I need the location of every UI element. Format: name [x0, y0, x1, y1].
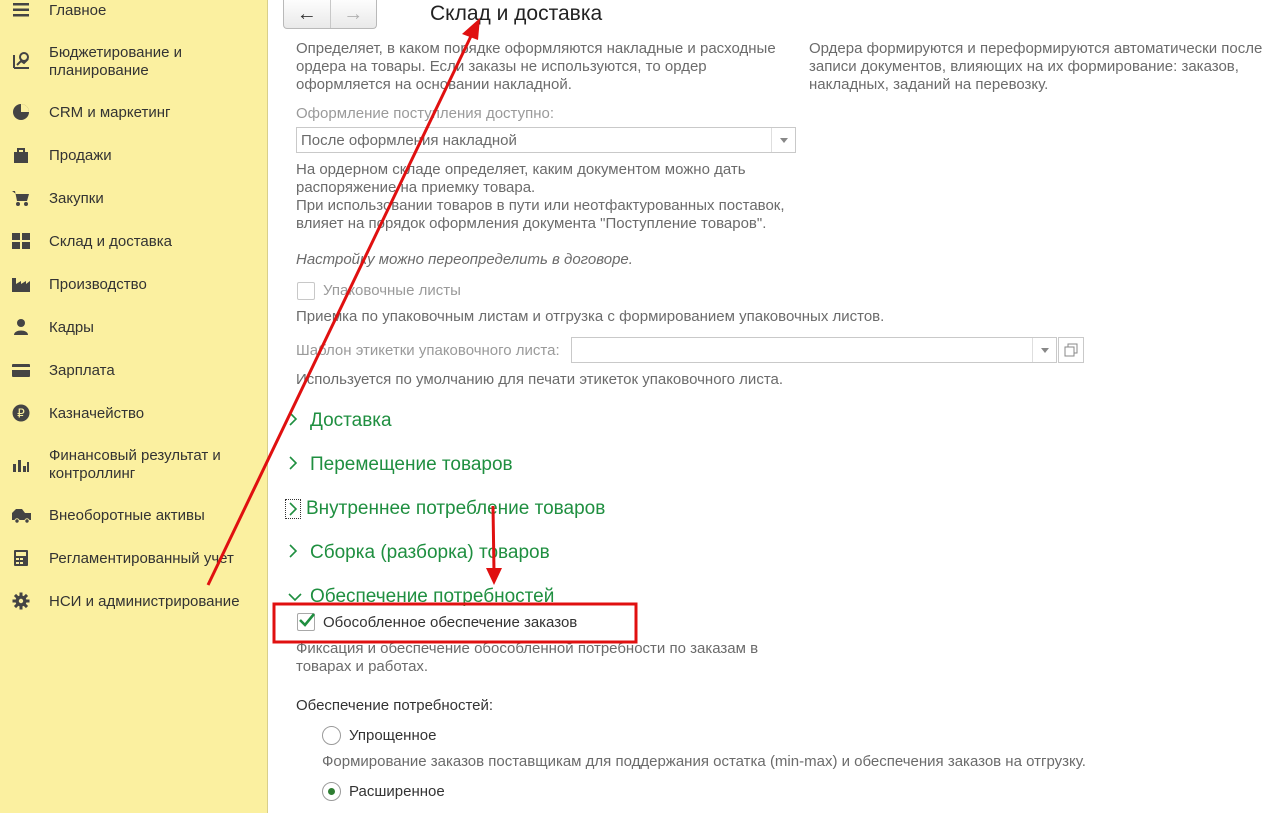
sidebar-item-label: НСИ и администрирование [49, 593, 240, 610]
sidebar-item-label: Кадры [49, 319, 94, 336]
sidebar-item-label: Бюджетирование и планирование [49, 44, 183, 79]
chevron-down-icon[interactable] [771, 128, 796, 152]
section-title: Перемещение товаров [310, 454, 513, 475]
arrow-head-checkbox [486, 568, 502, 585]
back-button[interactable]: ← [284, 0, 330, 28]
needs-label: Обеспечение потребностей: [296, 697, 494, 714]
section-title: Обеспечение потребностей [310, 586, 555, 607]
auto-orders-description: Ордера формируются и переформируются авт… [809, 40, 1263, 93]
pie-chart-icon [11, 102, 31, 122]
extended-radio[interactable] [322, 782, 341, 801]
sidebar-item-admin[interactable]: НСИ и администрирование [0, 590, 267, 612]
chevron-right-icon [288, 454, 304, 476]
sidebar-item-label: Казначейство [49, 405, 145, 422]
sidebar-item-regulated[interactable]: Регламентированный учет [0, 547, 267, 569]
chevron-right-icon [285, 499, 301, 519]
sidebar-item-label: Зарплата [49, 362, 115, 379]
chevron-down-icon[interactable] [1032, 338, 1057, 362]
sidebar-item-label: Регламентированный учет [49, 550, 234, 567]
packing-checkbox[interactable] [297, 282, 315, 300]
ruble-icon: ₽ [11, 403, 31, 423]
person-icon [11, 317, 31, 337]
sidebar-item-label: Продажи [49, 147, 112, 164]
extended-label: Расширенное [349, 783, 445, 800]
receipt-note-3: Настройку можно переопределить в договор… [296, 251, 633, 268]
order-description: Определяет, в каком порядке оформляются … [296, 40, 776, 93]
cart-icon [11, 188, 31, 208]
simple-note: Формирование заказов поставщикам для под… [322, 753, 1086, 770]
chevron-down-icon [288, 586, 304, 608]
section-assembly[interactable]: Сборка (разборка) товаров [288, 542, 550, 564]
section-title: Доставка [310, 410, 392, 431]
sidebar-item-crm[interactable]: CRM и маркетинг [0, 101, 267, 123]
packing-note: Приемка по упаковочным листам и отгрузка… [296, 308, 885, 325]
simple-label: Упрощенное [349, 727, 437, 744]
template-note: Используется по умолчанию для печати эти… [296, 371, 784, 388]
sidebar-item-salary[interactable]: Зарплата [0, 359, 267, 381]
packing-label: Упаковочные листы [323, 282, 461, 299]
menu-icon [11, 0, 31, 20]
open-button[interactable] [1058, 337, 1084, 363]
section-title: Сборка (разборка) товаров [310, 542, 550, 563]
sidebar-item-label: Производство [49, 276, 147, 293]
chevron-right-icon [288, 410, 304, 432]
sidebar-item-label: CRM и маркетинг [49, 104, 171, 121]
chevron-right-icon [288, 542, 304, 564]
separate-label: Обособленное обеспечение заказов [323, 614, 578, 631]
shopping-bag-icon [11, 145, 31, 165]
section-transfer[interactable]: Перемещение товаров [288, 454, 513, 476]
sidebar-item-main[interactable]: Главное [0, 0, 267, 22]
sidebar-item-label: Склад и доставка [49, 233, 172, 250]
separate-note: Фиксация и обеспечение обособленной потр… [296, 640, 759, 675]
separate-checkbox[interactable] [297, 613, 316, 631]
page-title: Склад и доставка [430, 2, 603, 25]
sidebar-item-finance[interactable]: Финансовый результат и контроллинг [0, 445, 267, 485]
warehouse-icon [11, 231, 31, 251]
calculator-icon [11, 548, 31, 568]
budget-icon [11, 51, 31, 71]
factory-icon [11, 274, 31, 294]
sidebar-item-sales[interactable]: Продажи [0, 144, 267, 166]
receipt-label: Оформление поступления доступно: [296, 105, 554, 122]
sidebar-item-budget[interactable]: Бюджетирование и планирование [0, 42, 267, 82]
gear-icon [11, 591, 31, 611]
simple-radio[interactable] [322, 726, 341, 745]
sidebar: Главное Бюджетирование и планирование CR… [0, 0, 268, 813]
sidebar-item-treasury[interactable]: ₽ Казначейство [0, 402, 267, 424]
section-needs[interactable]: Обеспечение потребностей [288, 586, 554, 608]
card-icon [11, 360, 31, 380]
sidebar-item-label: Главное [49, 2, 107, 19]
sidebar-item-label: Финансовый результат и контроллинг [49, 447, 221, 482]
history-nav: ← → [283, 0, 377, 29]
bar-chart-icon [11, 454, 31, 474]
svg-text:₽: ₽ [17, 407, 25, 421]
sidebar-item-fixed-assets[interactable]: Внеоборотные активы [0, 504, 267, 526]
receipt-note-1: На ордерном складе определяет, каким док… [296, 161, 746, 196]
checkmark-icon [299, 613, 316, 627]
template-select[interactable] [571, 337, 1057, 363]
receipt-select[interactable]: После оформления накладной [296, 127, 796, 153]
forward-button[interactable]: → [330, 0, 376, 28]
sidebar-item-hr[interactable]: Кадры [0, 316, 267, 338]
sidebar-item-label: Внеоборотные активы [49, 507, 205, 524]
section-delivery[interactable]: Доставка [288, 410, 392, 432]
open-icon [1064, 343, 1078, 362]
section-internal-consumption[interactable]: Внутреннее потребление товаров [285, 498, 606, 520]
sidebar-item-purchases[interactable]: Закупки [0, 187, 267, 209]
sidebar-item-production[interactable]: Производство [0, 273, 267, 295]
receipt-select-value: После оформления накладной [301, 132, 517, 149]
section-title: Внутреннее потребление товаров [306, 498, 606, 519]
sidebar-item-label: Закупки [49, 190, 104, 207]
template-label: Шаблон этикетки упаковочного листа: [296, 342, 560, 359]
receipt-note-2: При использовании товаров в пути или нео… [296, 197, 785, 232]
truck-icon [11, 505, 31, 525]
sidebar-item-warehouse[interactable]: Склад и доставка [0, 230, 267, 252]
